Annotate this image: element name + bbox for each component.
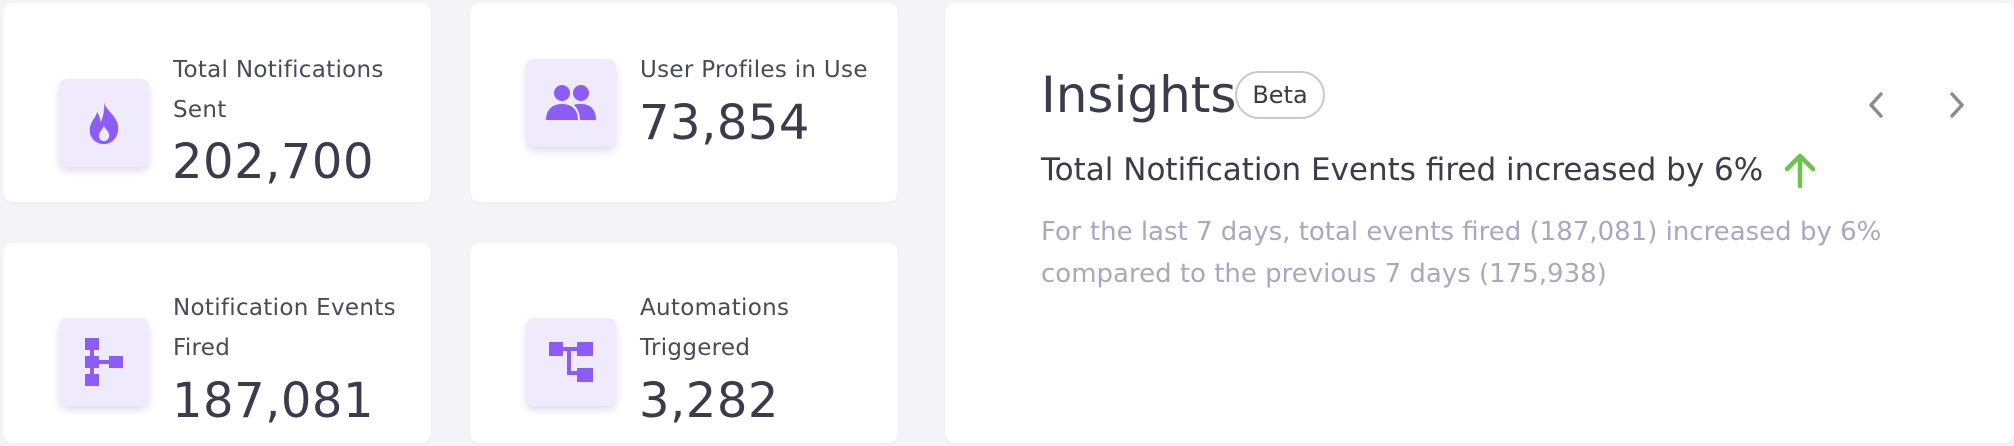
stat-value: 187,081 xyxy=(172,373,374,429)
stat-value: 202,700 xyxy=(172,134,374,190)
flame-icon xyxy=(59,79,149,167)
arrow-up-icon xyxy=(1782,151,1818,193)
workflow-icon xyxy=(526,318,616,406)
stat-value: 73,854 xyxy=(639,95,810,151)
next-insight-button[interactable] xyxy=(1939,87,1975,123)
insight-headline: Total Notification Events fired increase… xyxy=(1041,152,1764,188)
insights-title: Insights xyxy=(1041,66,1237,124)
previous-insight-button[interactable] xyxy=(1858,87,1894,123)
beta-badge: Beta xyxy=(1235,71,1325,119)
stat-label: Automations Triggered xyxy=(640,295,790,361)
chevron-left-icon xyxy=(1869,92,1883,118)
chevron-right-icon xyxy=(1950,92,1964,118)
hierarchy-icon xyxy=(59,318,149,406)
insights-panel: Insights Beta Total Notification Events … xyxy=(945,3,2014,443)
insight-description: For the last 7 days, total events fired … xyxy=(1041,217,1882,289)
stat-label: Notification Events Fired xyxy=(173,295,396,361)
users-icon xyxy=(526,59,616,147)
stat-value: 3,282 xyxy=(639,373,779,429)
stat-label: Total Notifications Sent xyxy=(173,57,384,123)
stat-card-user-profiles: User Profiles in Use 73,854 xyxy=(470,3,898,202)
stat-label: User Profiles in Use xyxy=(640,57,868,83)
stat-card-events-fired: Notification Events Fired 187,081 xyxy=(3,243,431,443)
stat-card-notifications-sent: Total Notifications Sent 202,700 xyxy=(3,3,431,202)
stat-card-automations: Automations Triggered 3,282 xyxy=(470,243,898,443)
